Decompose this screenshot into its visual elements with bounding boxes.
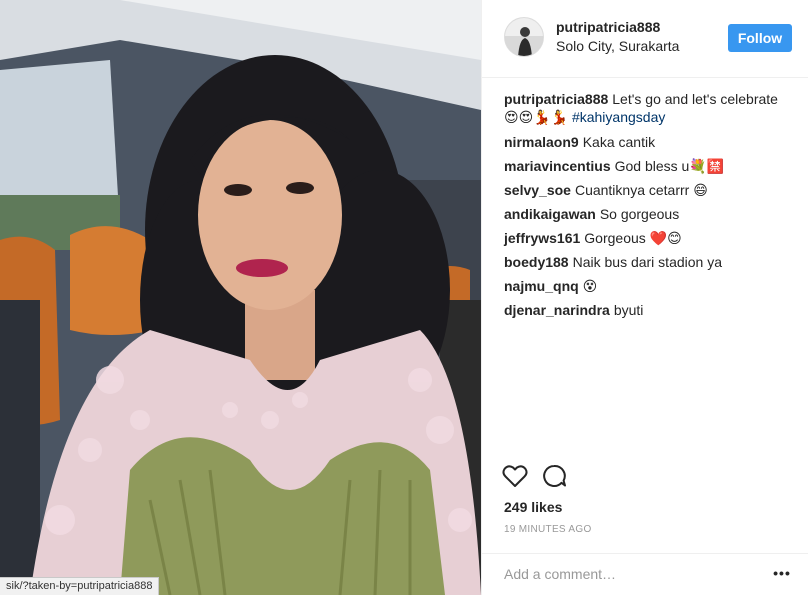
comment-text: So gorgeous <box>599 206 680 222</box>
comment-list: putripatricia888 Let's go and let's celeb… <box>504 90 796 325</box>
comment-text: Gorgeous ❤️😊 <box>584 230 682 246</box>
post-photo[interactable]: sik/?taken-by=putripatricia888 <box>0 0 481 595</box>
comment-item: andikaigawan So gorgeous <box>504 205 796 223</box>
comment-username[interactable]: boedy188 <box>504 254 569 270</box>
more-options-button[interactable]: ••• <box>772 566 792 582</box>
status-bar-url: sik/?taken-by=putripatricia888 <box>0 577 160 595</box>
follow-button[interactable]: Follow <box>728 24 792 52</box>
comment-username[interactable]: jeffryws161 <box>504 230 580 246</box>
comment-username[interactable]: mariavincentius <box>504 158 611 174</box>
comment-item: nirmalaon9 Kaka cantik <box>504 133 796 151</box>
comment-item: djenar_narindra byuti <box>504 301 796 319</box>
photo-image <box>0 0 481 595</box>
header-location[interactable]: Solo City, Surakarta <box>556 38 679 54</box>
comment-item: selvy_soe Cuantiknya cetarrr 😄 <box>504 181 796 199</box>
comment-username[interactable]: selvy_soe <box>504 182 571 198</box>
comment-text: God bless u💐🈲 <box>614 158 725 174</box>
comment-username[interactable]: nirmalaon9 <box>504 134 579 150</box>
likes-count[interactable]: 249 likes <box>504 499 562 515</box>
comment-text: Kaka cantik <box>582 134 656 150</box>
comment-item: mariavincentius God bless u💐🈲 <box>504 157 796 175</box>
post-panel: putripatricia888 Solo City, Surakarta Fo… <box>481 0 808 595</box>
comment-text: Cuantiknya cetarrr 😄 <box>574 182 708 198</box>
comment-emoji: 😍😍💃💃 <box>504 110 569 126</box>
comment-username[interactable]: djenar_narindra <box>504 302 610 318</box>
comment-input[interactable] <box>504 563 754 585</box>
comment-text: 😵 <box>582 278 598 294</box>
hashtag-link[interactable]: #kahiyangsday <box>572 109 665 125</box>
header-username[interactable]: putripatricia888 <box>556 19 660 35</box>
avatar-image <box>505 18 543 56</box>
comment-text: Naik bus dari stadion ya <box>572 254 723 270</box>
comment-username[interactable]: andikaigawan <box>504 206 596 222</box>
avatar[interactable] <box>504 17 544 57</box>
add-comment-bar: ••• <box>482 553 808 595</box>
post-header: putripatricia888 Solo City, Surakarta Fo… <box>482 0 808 78</box>
comment-text: byuti <box>613 302 644 318</box>
comment-text: Let's go and let's celebrate <box>612 91 778 107</box>
comment-bubble-icon[interactable] <box>542 464 568 488</box>
comment-item: najmu_qnq 😵 <box>504 277 796 295</box>
comment-item: boedy188 Naik bus dari stadion ya <box>504 253 796 271</box>
comment-username[interactable]: najmu_qnq <box>504 278 579 294</box>
comment-item: jeffryws161 Gorgeous ❤️😊 <box>504 229 796 247</box>
caption: putripatricia888 Let's go and let's celeb… <box>504 90 796 127</box>
heart-icon[interactable] <box>502 464 528 488</box>
comment-username[interactable]: putripatricia888 <box>504 91 608 107</box>
post-timestamp[interactable]: 19 MINUTES AGO <box>504 524 592 535</box>
